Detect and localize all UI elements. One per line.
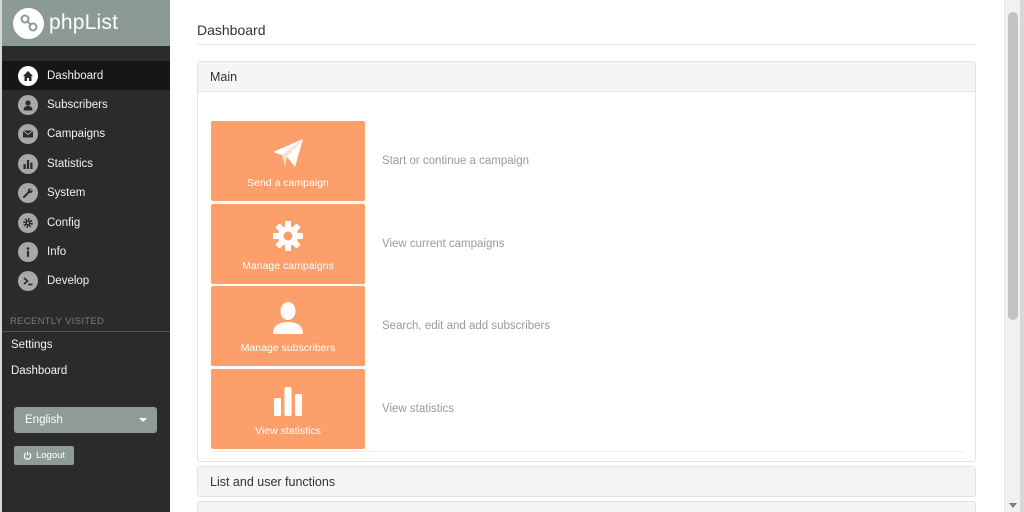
sidebar-item-develop[interactable]: Develop: [2, 267, 170, 296]
brand-name: phpList: [49, 11, 119, 34]
sidebar-item-label: Config: [47, 216, 81, 229]
logout-button[interactable]: Logout: [14, 446, 74, 465]
language-value: English: [25, 414, 63, 426]
next-panel: [197, 501, 976, 512]
sidebar-item-label: System: [47, 187, 86, 200]
manage-subscribers-tile[interactable]: Manage subscribers: [211, 286, 365, 367]
sidebar-item-subscribers[interactable]: Subscribers: [2, 90, 170, 119]
tile-description: Search, edit and add subscribers: [382, 320, 551, 333]
sidebar-item-config[interactable]: Config: [2, 208, 170, 237]
sidebar-item-label: Campaigns: [47, 128, 106, 141]
phplist-logo-icon: [13, 7, 44, 39]
recent-item-settings[interactable]: Settings: [2, 332, 170, 358]
list-functions-heading: List and user functions: [198, 467, 975, 496]
tile-row: Send a campaign Start or continue a camp…: [211, 120, 550, 203]
sidebar: phpList Dashboard Subscribers Campaigns …: [2, 0, 170, 512]
manage-campaigns-tile[interactable]: Manage campaigns: [211, 203, 365, 284]
tile-label: Send a campaign: [247, 177, 329, 190]
recently-visited-heading: RECENTLY VISITED: [2, 316, 170, 333]
envelope-icon: [18, 124, 38, 145]
gear-icon: [272, 219, 304, 253]
tile-row: Manage campaigns View current campaigns: [211, 203, 550, 286]
scrollbar-thumb[interactable]: [1008, 12, 1018, 320]
gear-icon: [18, 212, 38, 233]
view-statistics-tile[interactable]: View statistics: [211, 369, 365, 450]
tile-label: Manage subscribers: [240, 342, 336, 355]
brand-bar[interactable]: phpList: [2, 0, 170, 46]
sidebar-item-label: Statistics: [47, 157, 94, 170]
page-title: Dashboard: [197, 22, 266, 38]
main-panel: Main Send a campaign Start or continue a…: [197, 61, 976, 462]
sidebar-nav: Dashboard Subscribers Campaigns Statisti…: [2, 61, 170, 296]
tile-description: View current campaigns: [382, 237, 505, 250]
recent-item-dashboard[interactable]: Dashboard: [2, 358, 170, 384]
tile-label: Manage campaigns: [242, 259, 334, 272]
sidebar-item-statistics[interactable]: Statistics: [2, 149, 170, 178]
sidebar-item-label: Info: [47, 246, 67, 259]
language-select[interactable]: English: [14, 407, 157, 433]
terminal-icon: [18, 271, 38, 292]
paper-plane-icon: [271, 136, 305, 170]
sidebar-item-label: Dashboard: [47, 69, 104, 82]
main-panel-heading: Main: [198, 62, 975, 92]
home-icon: [18, 65, 38, 86]
next-panel-heading: [198, 502, 975, 512]
user-icon: [18, 95, 38, 116]
tile-description: View statistics: [382, 403, 455, 416]
tile-description: Start or continue a campaign: [382, 155, 530, 168]
title-divider: [197, 44, 976, 45]
user-icon: [272, 301, 304, 335]
bar-chart-icon: [18, 153, 38, 174]
wrench-icon: [18, 183, 38, 204]
send-campaign-tile[interactable]: Send a campaign: [211, 121, 365, 202]
power-icon: [23, 451, 32, 460]
sidebar-item-campaigns[interactable]: Campaigns: [2, 120, 170, 149]
bar-chart-icon: [273, 384, 303, 418]
sidebar-item-label: Develop: [47, 275, 90, 288]
sidebar-item-dashboard[interactable]: Dashboard: [2, 61, 170, 91]
sidebar-item-info[interactable]: Info: [2, 237, 170, 266]
list-functions-panel[interactable]: List and user functions: [197, 466, 976, 497]
window-frame-right: [1020, 0, 1024, 512]
tile-row: Manage subscribers Search, edit and add …: [211, 285, 550, 368]
tile-label: View statistics: [255, 425, 321, 438]
info-icon: [18, 242, 38, 263]
tiles-divider: [211, 451, 965, 452]
logout-label: Logout: [35, 450, 66, 461]
dashboard-tiles: Send a campaign Start or continue a camp…: [211, 120, 550, 450]
sidebar-item-label: Subscribers: [47, 99, 108, 112]
chevron-down-icon: [139, 418, 147, 422]
scroll-down-arrow-icon[interactable]: [1009, 503, 1017, 508]
tile-row: View statistics View statistics: [211, 368, 550, 451]
vertical-scrollbar[interactable]: [1004, 0, 1020, 512]
sidebar-item-system[interactable]: System: [2, 179, 170, 208]
